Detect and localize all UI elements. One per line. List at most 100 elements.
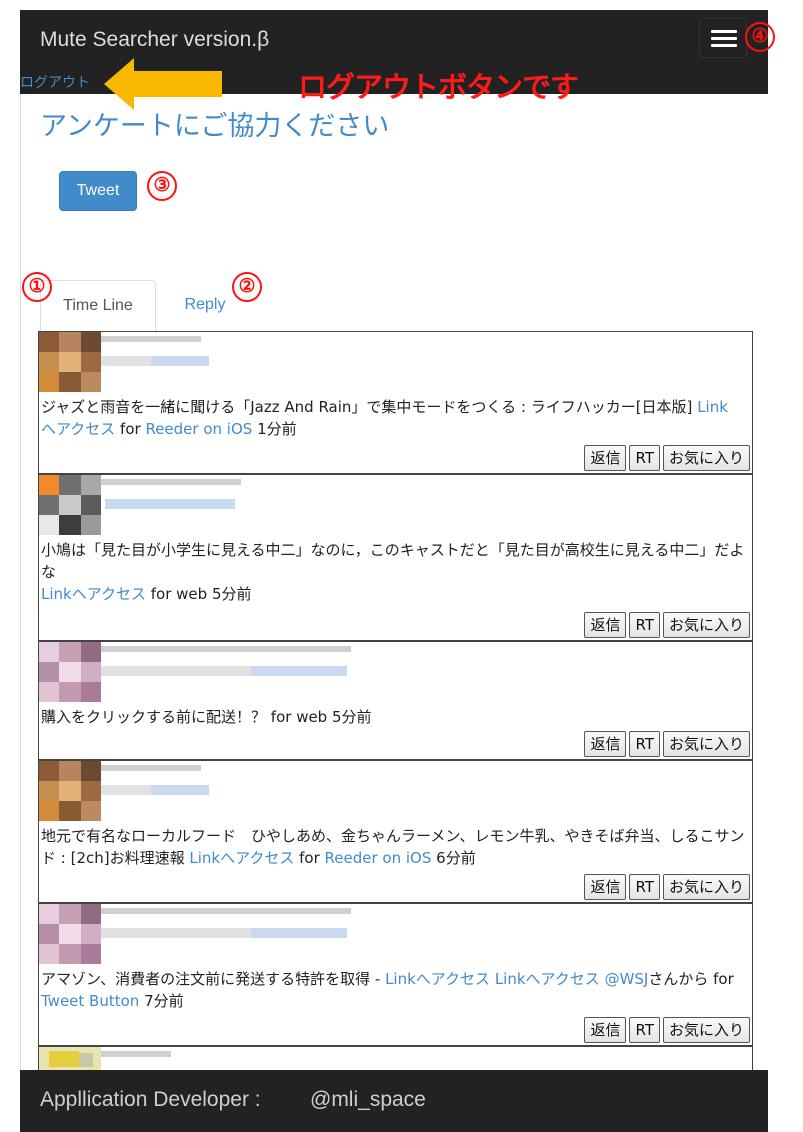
tweet-body: ジャズと雨音を一緒に聞ける「Jazz And Rain」で集中モードをつくる :… <box>41 398 693 416</box>
reply-button[interactable]: 返信 <box>584 612 627 638</box>
avatar[interactable] <box>39 904 101 964</box>
favorite-button[interactable]: お気に入り <box>662 874 750 900</box>
tweet-item: ジャズと雨音を一緒に聞ける「Jazz And Rain」で集中モードをつくる :… <box>39 332 752 475</box>
avatar-image <box>39 761 101 821</box>
retweet-button[interactable]: RT <box>629 1017 660 1043</box>
username-blur <box>101 479 241 485</box>
retweet-button[interactable]: RT <box>629 874 660 900</box>
avatar[interactable] <box>39 475 101 535</box>
retweet-button[interactable]: RT <box>629 731 660 757</box>
content-border <box>20 94 21 1070</box>
marker-4: ④ <box>745 22 775 52</box>
reply-button[interactable]: 返信 <box>584 445 627 471</box>
tweet-body: 購入をクリックする前に配送！？ <box>41 708 267 726</box>
avatar-image <box>39 1047 101 1071</box>
tweet-time: 6分前 <box>436 849 476 867</box>
tweet-item: 地元で有名なローカルフード ひやしあめ、金ちゃんラーメン、レモン牛乳、やきそば弁… <box>39 761 752 904</box>
avatar-image <box>39 904 101 964</box>
hamburger-icon-bar <box>711 44 737 47</box>
app-brand[interactable]: Mute Searcher version.β <box>40 28 269 52</box>
handle-blur <box>151 356 209 366</box>
marker-2: ② <box>232 272 262 302</box>
handle-blur <box>251 928 347 938</box>
source-link[interactable]: Tweet Button <box>41 992 139 1010</box>
avatar-image <box>39 642 101 702</box>
footer: Appllication Developer : @mli_space <box>20 1070 768 1132</box>
mention-link[interactable]: @WSJ <box>605 970 649 988</box>
reply-button[interactable]: 返信 <box>584 731 627 757</box>
arrow-left-icon <box>104 58 222 110</box>
tweet-item: アマゾン、消費者の注文前に発送する特許を取得 - Linkへアクセス Linkへ… <box>39 904 752 1047</box>
username-blur <box>101 1051 171 1057</box>
footer-developer-label: Appllication Developer : <box>40 1088 261 1111</box>
tweet-link[interactable]: Link <box>697 398 728 416</box>
menu-toggle-button[interactable] <box>699 18 747 58</box>
tab-bar: Time Line Reply <box>40 280 753 332</box>
marker-1: ① <box>22 272 52 302</box>
tweet-actions: 返信 RT お気に入り <box>584 445 750 471</box>
retweet-button[interactable]: RT <box>629 445 660 471</box>
tweet-body: アマゾン、消費者の注文前に発送する特許を取得 - <box>41 970 381 988</box>
for-label: for <box>299 849 320 867</box>
tweet-link[interactable]: Linkへアクセス <box>385 970 490 988</box>
username-blur <box>101 646 351 652</box>
tweet-link[interactable]: Linkへアクセス <box>189 849 294 867</box>
tweet-link[interactable]: Linkへアクセス <box>495 970 600 988</box>
avatar[interactable] <box>39 332 101 392</box>
tweet-time: 7分前 <box>144 992 184 1010</box>
favorite-button[interactable]: お気に入り <box>662 731 750 757</box>
username-blur <box>101 356 151 366</box>
favorite-button[interactable]: お気に入り <box>662 445 750 471</box>
for-label: for web <box>270 708 328 726</box>
for-label: for <box>120 420 141 438</box>
favorite-button[interactable]: お気に入り <box>662 612 750 638</box>
tweet-actions: 返信 RT お気に入り <box>584 731 750 757</box>
handle-blur <box>151 785 209 795</box>
tweet-body-tail: さんから <box>648 970 709 988</box>
avatar-image <box>39 332 101 392</box>
tweet-text: 小鳩は「見た目が小学生に見える中二」なのに，このキャストだと「見た目が高校生に見… <box>41 539 751 605</box>
tab-reply[interactable]: Reply <box>170 280 240 332</box>
logout-link[interactable]: ログアウト <box>20 72 90 92</box>
hamburger-icon <box>711 30 737 33</box>
username-blur <box>101 928 251 938</box>
for-label: for web <box>150 585 208 603</box>
username-blur <box>101 336 201 342</box>
favorite-button[interactable]: お気に入り <box>662 1017 750 1043</box>
avatar[interactable] <box>39 642 101 702</box>
username-blur <box>101 908 351 914</box>
retweet-button[interactable]: RT <box>629 612 660 638</box>
marker-3: ③ <box>147 171 177 201</box>
avatar[interactable] <box>39 1047 101 1071</box>
footer-developer-handle[interactable]: @mli_space <box>310 1088 426 1112</box>
source-link[interactable]: Reeder on iOS <box>325 849 432 867</box>
tab-timeline[interactable]: Time Line <box>40 280 156 332</box>
tweet-actions: 返信 RT お気に入り <box>584 874 750 900</box>
tweet-time: 5分前 <box>211 585 252 603</box>
tweet-item: 小鳩は「見た目が小学生に見える中二」なのに，このキャストだと「見た目が高校生に見… <box>39 475 752 642</box>
tweet-actions: 返信 RT お気に入り <box>584 1017 750 1043</box>
reply-button[interactable]: 返信 <box>584 874 627 900</box>
username-blur <box>101 666 251 676</box>
tweet-link[interactable]: Linkへアクセス <box>41 585 146 603</box>
tweet-link-cont[interactable]: へアクセス <box>41 420 115 438</box>
tweet-time: 1分前 <box>257 420 297 438</box>
username-blur <box>101 765 201 771</box>
tweet-body: 小鳩は「見た目が小学生に見える中二」なのに，このキャストだと「見た目が高校生に見… <box>41 541 745 581</box>
username-blur <box>101 785 151 795</box>
tweet-text: 地元で有名なローカルフード ひやしあめ、金ちゃんラーメン、レモン牛乳、やきそば弁… <box>41 825 751 869</box>
avatar[interactable] <box>39 761 101 821</box>
reply-button[interactable]: 返信 <box>584 1017 627 1043</box>
tweet-item <box>39 1047 752 1071</box>
for-label: for <box>713 970 734 988</box>
tweet-item: 購入をクリックする前に配送！？ for web 5分前 返信 RT お気に入り <box>39 642 752 761</box>
tweet-text: アマゾン、消費者の注文前に発送する特許を取得 - Linkへアクセス Linkへ… <box>41 968 751 1012</box>
handle-blur <box>251 666 347 676</box>
source-link[interactable]: Reeder on iOS <box>145 420 252 438</box>
handle-blur <box>105 499 235 509</box>
tweet-actions: 返信 RT お気に入り <box>584 612 750 638</box>
logout-annotation: ログアウトボタンです <box>298 70 579 104</box>
tweet-text: ジャズと雨音を一緒に聞ける「Jazz And Rain」で集中モードをつくる :… <box>41 396 751 440</box>
hamburger-icon-bar <box>711 37 737 40</box>
tweet-button[interactable]: Tweet <box>59 171 137 211</box>
